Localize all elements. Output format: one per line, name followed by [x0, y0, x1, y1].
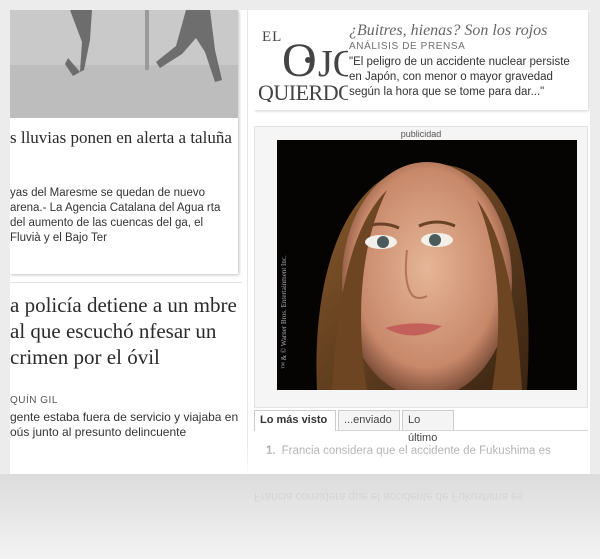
svg-text:EL: EL — [262, 29, 282, 45]
story-headline[interactable]: s lluvias ponen en alerta a taluña — [10, 126, 234, 149]
tab-bar: Lo más visto ...enviado Lo último — [254, 410, 588, 444]
reflection-text: Francia considera que el accidente de Fu… — [254, 490, 524, 502]
blog-logo[interactable]: EL O JO QUIERDO — [258, 16, 360, 105]
ad-label: publicidad — [400, 129, 442, 139]
column-divider — [247, 10, 248, 474]
list-item-number: 1. — [266, 445, 276, 457]
blog-promo[interactable]: EL O JO QUIERDO ¿Buitres, hienas? Son lo… — [254, 10, 588, 110]
page: s lluvias ponen en alerta a taluña yas d… — [10, 10, 590, 474]
story-author: QUÍN GIL — [10, 395, 58, 406]
story-card[interactable]: s lluvias ponen en alerta a taluña yas d… — [10, 10, 238, 274]
promo-quote: "El peligro de un accidente nuclear pers… — [349, 56, 570, 98]
reflection-area — [0, 474, 600, 559]
svg-text:QUIERDO: QUIERDO — [258, 80, 348, 102]
right-column: EL O JO QUIERDO ¿Buitres, hienas? Son lo… — [254, 10, 590, 474]
ad-image[interactable]: ™ & © Warner Bros. Entertainment Inc. — [277, 140, 577, 390]
tab-latest[interactable]: Lo último — [402, 410, 454, 444]
promo-title[interactable]: ¿Buitres, hienas? Son los rojos — [349, 22, 585, 40]
svg-text:JO: JO — [318, 43, 348, 85]
divider — [10, 282, 242, 283]
tab-most-viewed[interactable]: Lo más visto — [254, 410, 336, 431]
ad-credit: ™ & © Warner Bros. Entertainment Inc. — [280, 255, 288, 369]
left-column: s lluvias ponen en alerta a taluña yas d… — [10, 10, 242, 474]
story-photo[interactable] — [10, 10, 238, 118]
story-summary: gente estaba fuera de servicio y viajaba… — [10, 410, 239, 439]
list-item-text[interactable]: Francia considera que el accidente de Fu… — [282, 445, 551, 457]
most-viewed-list: 1. Francia considera que el accidente de … — [266, 445, 586, 457]
ad-box: publicidad ™ & © Warner Bros. Entertainm… — [254, 126, 588, 408]
story-headline[interactable]: a policía detiene a un mbre al que escuc… — [10, 292, 242, 370]
el-ojo-izquierdo-logo: EL O JO QUIERDO — [258, 29, 360, 105]
list-item[interactable]: 1. Francia considera que el accidente de … — [266, 445, 586, 457]
tab-most-sent[interactable]: ...enviado — [338, 410, 400, 430]
story-summary: yas del Maresme se quedan de nuevo arena… — [10, 187, 221, 244]
promo-kicker: ANÁLISIS DE PRENSA — [349, 41, 466, 52]
